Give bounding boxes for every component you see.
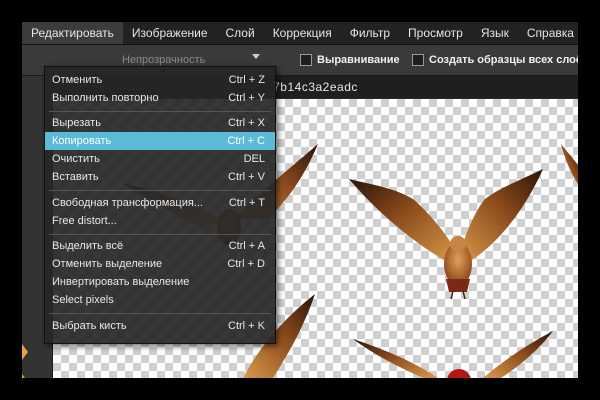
tool-marker-icon[interactable]: [22, 374, 28, 378]
chevron-down-icon[interactable]: [252, 54, 260, 59]
align-label: Выравнивание: [317, 54, 400, 66]
menu-item-paste[interactable]: Вставить Ctrl + V: [45, 168, 275, 186]
menu-item-deselect[interactable]: Отменить выделение Ctrl + D: [45, 255, 275, 273]
menu-item-free-transform[interactable]: Свободная трансформация... Ctrl + T: [45, 194, 275, 212]
menu-item-select-brush[interactable]: Выбрать кисть Ctrl + K: [45, 317, 275, 335]
eagle-bottom-right: [353, 331, 553, 378]
menu-bar: Редактировать Изображение Слой Коррекция…: [22, 22, 578, 45]
edit-menu-dropdown: Отменить Ctrl + Z Выполнить повторно Ctr…: [44, 66, 276, 344]
menu-layer[interactable]: Слой: [217, 22, 264, 44]
menu-item-cut[interactable]: Вырезать Ctrl + X: [45, 114, 275, 132]
menu-item-redo[interactable]: Выполнить повторно Ctrl + Y: [45, 89, 275, 107]
menu-item-invert-selection[interactable]: Инвертировать выделение: [45, 273, 275, 291]
align-checkbox[interactable]: [300, 54, 312, 66]
menu-filter[interactable]: Фильтр: [341, 22, 399, 44]
menu-item-free-distort[interactable]: Free distort...: [45, 212, 275, 230]
menu-item-clear[interactable]: Очистить DEL: [45, 150, 275, 168]
menu-item-select-all[interactable]: Выделить всё Ctrl + A: [45, 237, 275, 255]
menu-separator: [49, 234, 271, 235]
menu-separator: [49, 190, 271, 191]
menu-adjustment[interactable]: Коррекция: [264, 22, 341, 44]
menu-help[interactable]: Справка: [518, 22, 578, 44]
image-editor-window: Редактировать Изображение Слой Коррекция…: [22, 22, 578, 378]
menu-item-copy[interactable]: Копировать Ctrl + C: [45, 132, 275, 150]
sample-all-layers-checkbox[interactable]: [412, 54, 424, 66]
eagle-center: [349, 169, 543, 300]
menu-item-select-pixels[interactable]: Select pixels: [45, 291, 275, 309]
menu-edit[interactable]: Редактировать: [22, 22, 123, 44]
menu-item-undo[interactable]: Отменить Ctrl + Z: [45, 71, 275, 89]
menu-view[interactable]: Просмотр: [399, 22, 472, 44]
menu-separator: [49, 111, 271, 112]
tool-marker-icon[interactable]: [22, 344, 28, 360]
menu-language[interactable]: Язык: [472, 22, 518, 44]
sample-all-layers-label: Создать образцы всех слоёв: [429, 54, 578, 66]
menu-separator: [49, 313, 271, 314]
menu-image[interactable]: Изображение: [123, 22, 217, 44]
